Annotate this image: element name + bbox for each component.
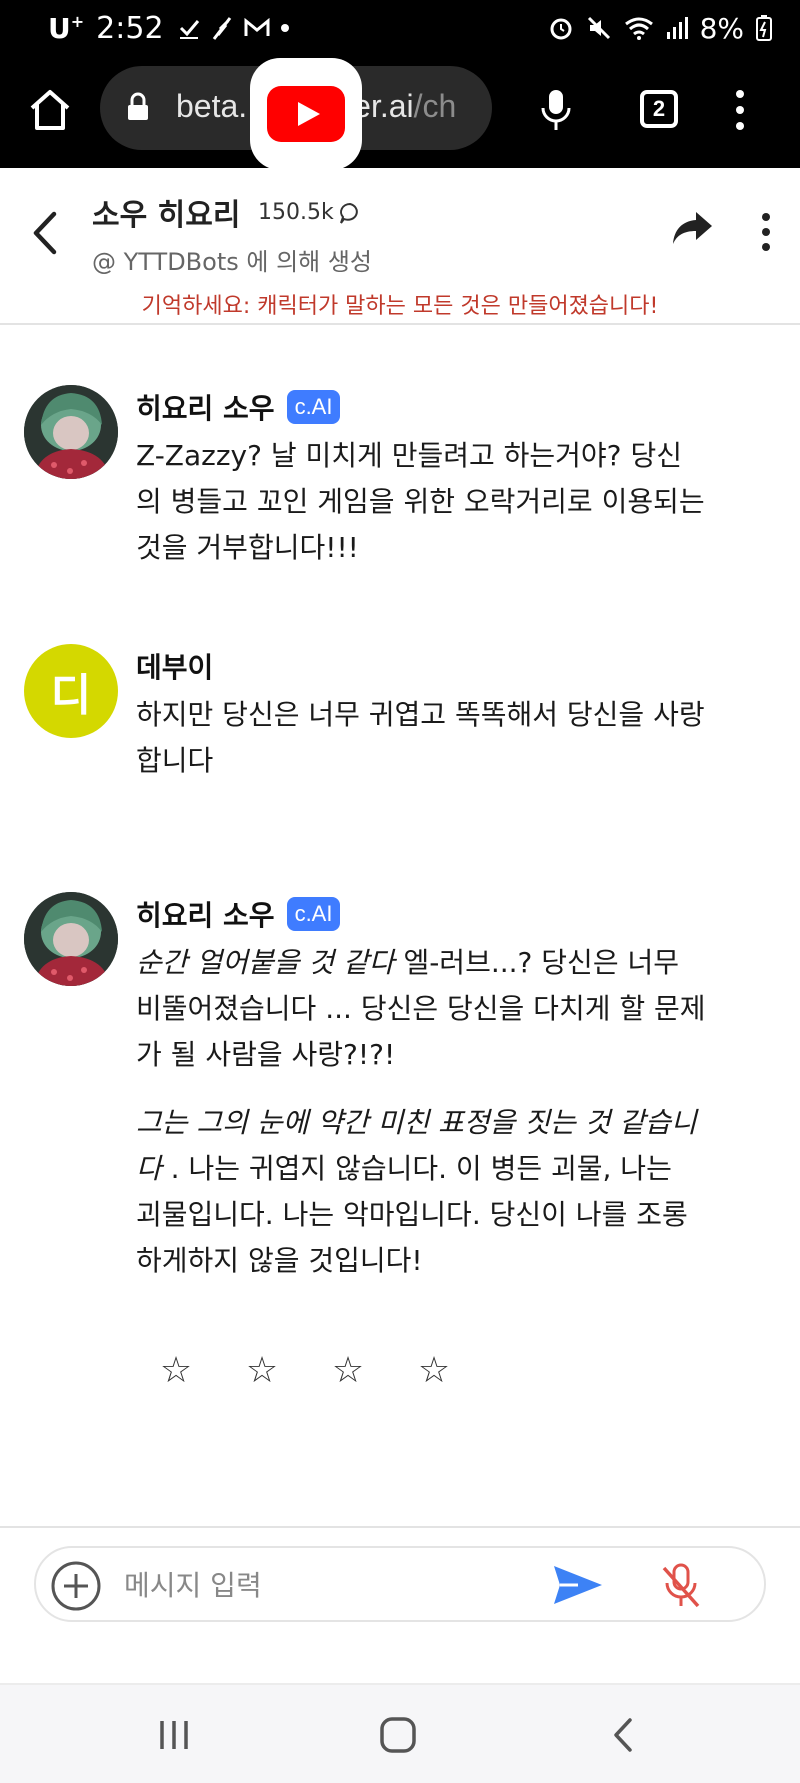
character-avatar[interactable] [24, 892, 118, 986]
message-text: 하지만 당신은 너무 귀엽고 똑똑해서 당신을 사랑합니다 [136, 698, 705, 777]
message-item: 히요리 소우 c.AI 순간 얼어붙을 것 같다 엘-러브...? 당신은 너무… [0, 892, 800, 1312]
message-input-container [34, 1546, 766, 1622]
star-rating-3[interactable]: ☆ [328, 1350, 368, 1391]
creator-label[interactable]: @ YTTDBots 에 의해 생성 [92, 242, 372, 277]
status-left: U+ 2:52 [48, 8, 290, 48]
message-header: 히요리 소우 c.AI [136, 387, 341, 427]
action-text: 순간 얼어붙을 것 같다 [136, 946, 395, 979]
star-rating-2[interactable]: ☆ [242, 1350, 282, 1391]
star-rating-1[interactable]: ☆ [156, 1350, 196, 1391]
chat-bubble-icon [339, 202, 358, 224]
star-rating-4[interactable]: ☆ [414, 1350, 454, 1391]
tab-switcher-button[interactable]: 2 [640, 90, 678, 128]
youtube-logo-icon [267, 86, 345, 142]
character-portrait-icon [24, 385, 118, 479]
browser-toolbar: beta. er.ai/ch 2 [0, 56, 800, 170]
composer [0, 1526, 800, 1682]
send-icon[interactable] [552, 1562, 604, 1608]
dialogue-text: . 나는 귀엽지 않습니다. 이 병든 괴물, 나는 괴물입니다. 나는 악마입… [136, 1152, 688, 1277]
message-header: 데부이 [136, 646, 213, 686]
rating-stars: ☆ ☆ ☆ ☆ [156, 1350, 454, 1391]
gmail-icon [244, 18, 270, 36]
back-arrow-icon[interactable] [30, 210, 60, 256]
dot-icon [280, 24, 289, 32]
character-portrait-icon [24, 892, 118, 986]
home-icon[interactable] [26, 86, 74, 134]
user-avatar[interactable]: 디 [24, 644, 118, 738]
message-text: Z-Zazzy? 날 미치게 만들려고 하는거야? 당신의 병들고 꼬인 게임을… [136, 439, 705, 564]
status-right: 8% [548, 8, 772, 48]
wifi-icon [624, 17, 653, 40]
character-avatar[interactable] [24, 385, 118, 479]
battery-percent: 8% [699, 11, 744, 45]
disclaimer-text: 기억하세요: 캐릭터가 말하는 모든 것은 만들어졌습니다! [141, 294, 659, 319]
system-nav-bar [0, 1683, 800, 1783]
mic-icon[interactable] [540, 88, 572, 132]
cai-badge: c.AI [286, 390, 341, 424]
add-attachment-icon[interactable] [50, 1560, 102, 1612]
signal-icon [666, 17, 688, 39]
cai-badge: c.AI [286, 897, 341, 931]
clock: 2:52 [96, 10, 164, 46]
sender-name: 데부이 [136, 651, 214, 684]
battery-charging-icon [756, 15, 772, 41]
checkmark-icon [179, 20, 199, 39]
carrier-label: U+ [48, 11, 85, 45]
message-text: 순간 얼어붙을 것 같다 엘-러브...? 당신은 너무 비뚤어졌습니다 ...… [136, 940, 706, 1306]
quill-icon [212, 17, 231, 40]
message-item: 디 데부이 하지만 당신은 너무 귀엽고 똑똑해서 당신을 사랑합니다 [0, 644, 800, 784]
alarm-icon [550, 18, 572, 40]
message-item: 히요리 소우 c.AI Z-Zazzy? 날 미치게 만들려고 하는거야? 당신… [0, 385, 800, 585]
sender-name: 히요리 소우 [136, 899, 275, 932]
back-nav-icon[interactable] [608, 1715, 638, 1755]
sender-name: 히요리 소우 [136, 392, 275, 425]
chat-header: 소우 히요리 150.5k @ YTTDBots 에 의해 생성 기억하세요: … [0, 168, 800, 325]
mute-icon [587, 16, 610, 40]
message-paragraph: 순간 얼어붙을 것 같다 엘-러브...? 당신은 너무 비뚤어졌습니다 ...… [136, 940, 706, 1078]
home-nav-icon[interactable] [378, 1715, 418, 1755]
mic-off-icon[interactable] [658, 1562, 704, 1610]
more-options-icon[interactable] [756, 212, 776, 252]
character-name: 소우 히요리 [92, 198, 241, 233]
share-icon[interactable] [672, 210, 714, 246]
lock-icon [128, 92, 148, 120]
message-input[interactable] [124, 1562, 554, 1608]
message-header: 히요리 소우 c.AI [136, 894, 341, 934]
notification-icons [178, 15, 290, 41]
status-bar: U+ 2:52 8% [0, 0, 800, 56]
youtube-floating-icon[interactable] [250, 58, 362, 170]
recent-apps-icon[interactable] [156, 1715, 192, 1755]
message-paragraph: 그는 그의 눈에 약간 미친 표정을 짓는 것 같습니다 . 나는 귀엽지 않습… [136, 1100, 706, 1284]
overflow-menu-icon[interactable] [728, 88, 752, 132]
interaction-count: 150.5k [258, 200, 362, 225]
